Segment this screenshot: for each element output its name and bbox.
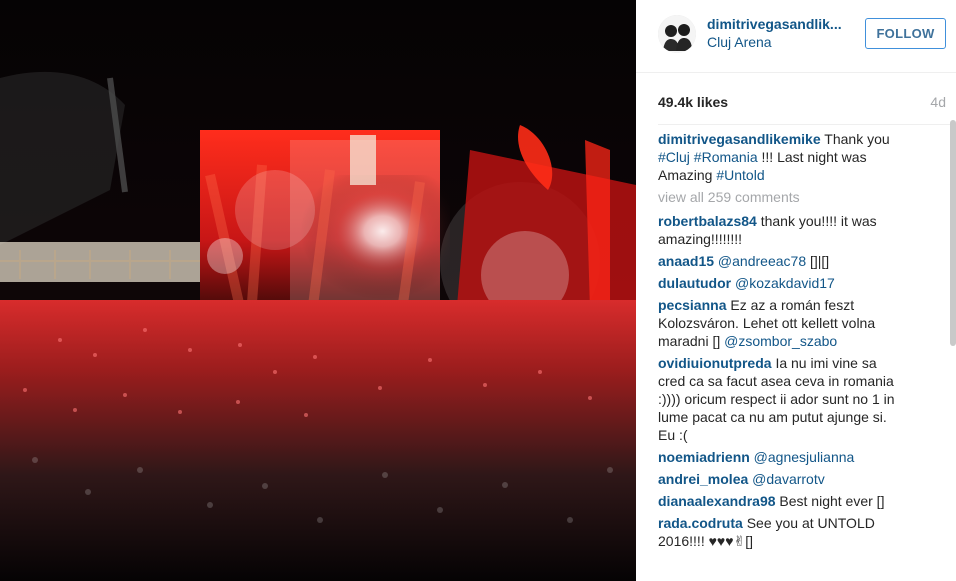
comment-item: rada.codruta See you at UNTOLD 2016!!!! …: [658, 514, 898, 550]
post-header: dimitrivegasandlik... Cluj Arena FOLLOW: [636, 0, 956, 73]
comment-mention[interactable]: @zsombor_szabo: [724, 333, 837, 349]
comment-author[interactable]: ovidiuionutpreda: [658, 355, 772, 371]
caption: dimitrivegasandlikemike Thank you #Cluj …: [658, 130, 898, 184]
hashtag-cluj[interactable]: #Cluj: [658, 149, 690, 165]
comment-item: robertbalazs84 thank you!!!! it was amaz…: [658, 212, 898, 248]
post-author[interactable]: dimitrivegasandlik...: [707, 16, 842, 32]
post-side-panel: dimitrivegasandlik... Cluj Arena FOLLOW …: [636, 0, 956, 581]
comment-mention[interactable]: @kozakdavid17: [731, 275, 835, 291]
comment-author[interactable]: pecsianna: [658, 297, 726, 313]
post-age: 4d: [930, 94, 946, 110]
comment-mention[interactable]: @agnesjulianna: [750, 449, 855, 465]
comments-list: dimitrivegasandlikemike Thank you #Cluj …: [658, 130, 898, 554]
comment-author[interactable]: noemiadrienn: [658, 449, 750, 465]
comment-item: dulautudor @kozakdavid17: [658, 274, 898, 292]
view-all-comments-link[interactable]: view all 259 comments: [658, 188, 898, 206]
comment-item: dianaalexandra98 Best night ever []: [658, 492, 898, 510]
comment-author[interactable]: dianaalexandra98: [658, 493, 776, 509]
post-photo[interactable]: [0, 0, 636, 581]
hashtag-romania[interactable]: #Romania: [694, 149, 758, 165]
post-location[interactable]: Cluj Arena: [707, 34, 772, 50]
comment-suffix: []|[]: [806, 253, 830, 269]
comments-scrollbar[interactable]: [950, 120, 956, 346]
comment-author[interactable]: rada.codruta: [658, 515, 743, 531]
comment-mention[interactable]: @davarrotv: [748, 471, 825, 487]
comment-author[interactable]: dulautudor: [658, 275, 731, 291]
caption-author[interactable]: dimitrivegasandlikemike: [658, 131, 821, 147]
comment-item: anaad15 @andreeac78 []|[]: [658, 252, 898, 270]
hashtag-untold[interactable]: #Untold: [716, 167, 764, 183]
avatar[interactable]: [658, 15, 696, 53]
likes-count: 49.4k likes: [658, 94, 729, 110]
comment-mention[interactable]: @andreeac78: [714, 253, 806, 269]
likes-divider: [658, 124, 956, 125]
comment-text: Best night ever []: [775, 493, 885, 509]
comment-item: ovidiuionutpreda Ia nu imi vine sa cred …: [658, 354, 898, 444]
comment-author[interactable]: anaad15: [658, 253, 714, 269]
comment-item: andrei_molea @davarrotv: [658, 470, 898, 488]
comment-item: noemiadrienn @agnesjulianna: [658, 448, 898, 466]
comment-author[interactable]: robertbalazs84: [658, 213, 757, 229]
follow-button[interactable]: FOLLOW: [865, 18, 946, 49]
comment-author[interactable]: andrei_molea: [658, 471, 748, 487]
comment-item: pecsianna Ez az a román feszt Kolozsváro…: [658, 296, 898, 350]
caption-text: Thank you: [820, 131, 890, 147]
